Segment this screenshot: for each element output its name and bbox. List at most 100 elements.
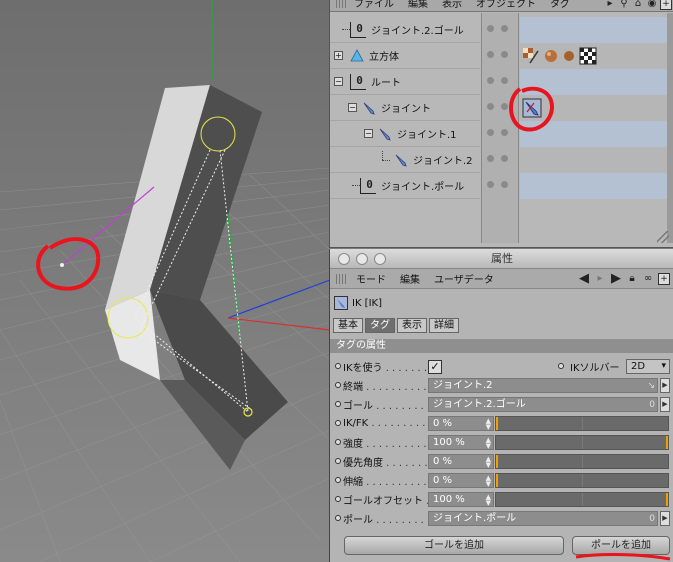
ikfk-slider[interactable]	[495, 416, 669, 431]
goal-link-arrow-button[interactable]: ▶	[660, 397, 670, 412]
spinner-arrows-icon[interactable]: ▲ ▼	[486, 494, 491, 507]
stretch-slider[interactable]	[495, 473, 669, 488]
zoom-window-button[interactable]	[374, 253, 386, 265]
animation-bullet-icon[interactable]	[335, 515, 341, 521]
material-ball-icon[interactable]	[562, 49, 576, 63]
animation-bullet-icon[interactable]	[335, 363, 341, 369]
tree-row-joint2-goal[interactable]: 0 ジョイント.2.ゴール	[330, 17, 480, 43]
om-menu-edit[interactable]: 編集	[408, 0, 428, 10]
material-ball-icon[interactable]	[543, 48, 559, 64]
om-menu-tag[interactable]: タグ	[550, 0, 570, 10]
texture-tag-icon[interactable]	[522, 47, 540, 65]
ik-solver-select[interactable]: 2D	[626, 359, 670, 374]
annotation-circle-ik-tag	[509, 86, 555, 132]
collapse-toggle[interactable]: −	[348, 103, 357, 112]
spinner-arrows-icon[interactable]: ▲ ▼	[486, 437, 491, 450]
collapse-toggle[interactable]: −	[364, 129, 373, 138]
collapse-toggle[interactable]: −	[334, 77, 343, 86]
ikfk-input[interactable]: 0 % ▲ ▼	[428, 416, 494, 431]
slider-knob[interactable]	[496, 417, 498, 430]
object-manager-scrollbar[interactable]	[667, 13, 673, 243]
new-window-icon[interactable]: +	[660, 0, 672, 10]
slider-knob[interactable]	[666, 436, 668, 449]
tree-row-joint[interactable]: − ジョイント	[330, 95, 480, 121]
tree-row-joint2[interactable]: ジョイント.2	[330, 147, 480, 173]
panel-grip-icon[interactable]	[336, 0, 348, 8]
om-menu-view[interactable]: 表示	[442, 0, 462, 10]
animation-bullet-icon[interactable]	[335, 382, 341, 388]
link-icon[interactable]: ∞	[642, 273, 654, 285]
attributes-panel: 属性 モード 編集 ユーザデータ ◀ ▸ ▶ 🔒︎ ∞ + IK [IK] 基本…	[329, 249, 673, 562]
forward-arrow-icon[interactable]: ▶	[610, 272, 622, 285]
tab-basic[interactable]: 基本	[333, 318, 363, 333]
strength-input[interactable]: 100 % ▲ ▼	[428, 435, 494, 450]
pole-object-marker[interactable]	[60, 263, 64, 267]
tree-row-cube[interactable]: + 立方体	[330, 43, 480, 69]
spinner-arrows-icon[interactable]: ▲ ▼	[486, 475, 491, 488]
animation-bullet-icon[interactable]	[558, 363, 564, 369]
add-goal-button[interactable]: ゴールを追加	[344, 536, 564, 555]
eye-icon[interactable]: ◉	[646, 0, 658, 10]
pole-link-arrow-button[interactable]: ▶	[660, 511, 670, 526]
lock-icon[interactable]: 🔒︎	[626, 273, 638, 285]
search-icon[interactable]: ⚲	[618, 0, 630, 10]
visibility-dots[interactable]	[487, 51, 508, 58]
spinner-arrows-icon[interactable]: ▲ ▼	[486, 418, 491, 431]
attr-menu-userdata[interactable]: ユーザデータ	[434, 271, 494, 286]
visibility-dots[interactable]	[487, 181, 508, 188]
attr-menu-mode[interactable]: モード	[356, 271, 386, 286]
new-window-icon[interactable]: +	[658, 273, 670, 285]
preferred-angle-slider[interactable]	[495, 454, 669, 469]
tab-details[interactable]: 詳細	[429, 318, 459, 333]
visibility-dots[interactable]	[487, 155, 508, 162]
visibility-dots[interactable]	[487, 103, 508, 110]
forward-arrow-icon[interactable]: ▸	[594, 273, 606, 285]
goal-offset-input[interactable]: 100 % ▲ ▼	[428, 492, 494, 507]
attr-menu-edit[interactable]: 編集	[400, 271, 420, 286]
minimize-window-button[interactable]	[356, 253, 368, 265]
animation-bullet-icon[interactable]	[335, 401, 341, 407]
null-object-icon: 0	[350, 21, 366, 38]
use-ik-checkbox[interactable]: ✓	[428, 359, 442, 374]
animation-bullet-icon[interactable]	[335, 496, 341, 502]
end-link-field[interactable]: ジョイント.2 ↘	[428, 378, 658, 393]
tree-row-root[interactable]: − 0 ルート	[330, 69, 480, 95]
slider-knob[interactable]	[496, 455, 498, 468]
checker-texture-icon[interactable]	[579, 47, 597, 65]
home-icon[interactable]: ⌂	[632, 0, 644, 10]
spinner-arrows-icon[interactable]: ▲ ▼	[486, 456, 491, 469]
expand-toggle[interactable]: +	[334, 51, 343, 60]
tab-tag[interactable]: タグ	[365, 318, 395, 333]
slider-knob[interactable]	[666, 493, 668, 506]
visibility-dots[interactable]	[487, 77, 508, 84]
end-link-value: ジョイント.2	[433, 380, 493, 391]
pole-link-field[interactable]: ジョイント.ポール 0	[428, 511, 658, 526]
goal-link-field[interactable]: ジョイント.2.ゴール 0	[428, 397, 658, 412]
om-menu-object[interactable]: オブジェクト	[476, 0, 536, 10]
close-window-button[interactable]	[338, 253, 350, 265]
strength-slider[interactable]	[495, 435, 669, 450]
animation-bullet-icon[interactable]	[335, 477, 341, 483]
end-link-arrow-button[interactable]: ▶	[660, 378, 670, 393]
tree-row-joint-pole[interactable]: 0 ジョイント.ポール	[330, 173, 480, 199]
window-controls	[338, 253, 386, 265]
slider-knob[interactable]	[496, 474, 498, 487]
animation-bullet-icon[interactable]	[335, 458, 341, 464]
animation-bullet-icon[interactable]	[335, 420, 341, 426]
om-menu-file[interactable]: ファイル	[354, 0, 394, 10]
tab-display[interactable]: 表示	[397, 318, 427, 333]
visibility-dots[interactable]	[487, 129, 508, 136]
preferred-angle-input[interactable]: 0 % ▲ ▼	[428, 454, 494, 469]
param-label: IK/FK	[343, 418, 435, 429]
goal-offset-slider[interactable]	[495, 492, 669, 507]
stretch-row: 伸縮 0 % ▲▼	[330, 471, 673, 490]
visibility-dots[interactable]	[487, 25, 508, 32]
stretch-input[interactable]: 0 % ▲ ▼	[428, 473, 494, 488]
attributes-titlebar[interactable]: 属性	[330, 249, 673, 269]
play-arrow-icon[interactable]: ▸	[604, 0, 616, 10]
animation-bullet-icon[interactable]	[335, 439, 341, 445]
panel-grip-icon[interactable]	[336, 273, 348, 284]
back-arrow-icon[interactable]: ◀	[578, 272, 590, 285]
resize-grip-icon[interactable]	[657, 231, 669, 243]
tree-row-joint1[interactable]: − ジョイント.1	[330, 121, 480, 147]
